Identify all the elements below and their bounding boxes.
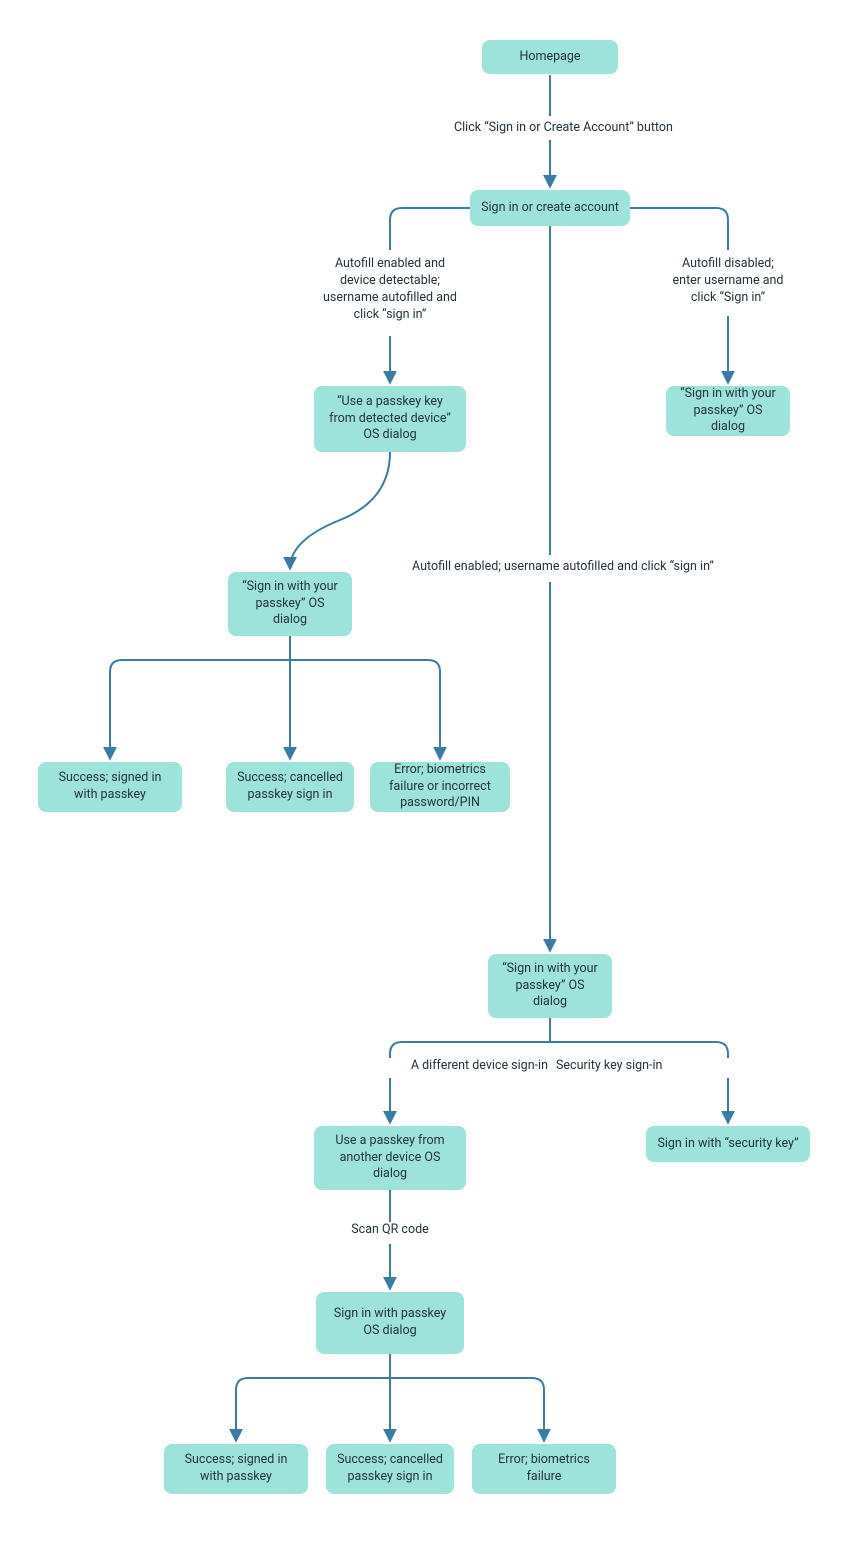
node-label: Success; signed in with passkey [174, 1452, 298, 1486]
edge-text: Click “Sign in or Create Account” button [454, 120, 673, 135]
node-autofill-detected-dialog: “Use a passkey key from detected device”… [314, 386, 466, 452]
edge-text: Security key sign-in [556, 1058, 662, 1073]
node-another-device-dialog: Use a passkey from another device OS dia… [314, 1126, 466, 1190]
edge-text: Autofill enabled; username autofilled an… [412, 559, 714, 574]
node-label: Use a passkey from another device OS dia… [324, 1133, 456, 1184]
node-success-signed-in-2: Success; signed in with passkey [164, 1444, 308, 1494]
node-success-cancelled-2: Success; cancelled passkey sign in [326, 1444, 454, 1494]
edge-different-device: A different device sign-in [390, 1058, 548, 1075]
edge-autofill-disabled: Autofill disabled; enter username and cl… [672, 256, 784, 307]
edge-text: Autofill enabled and device detectable; … [323, 256, 457, 322]
edge-text: Scan QR code [351, 1222, 429, 1237]
node-signin-passkey-dialog-left: “Sign in with your passkey” OS dialog [228, 572, 352, 636]
node-label: Success; signed in with passkey [48, 770, 172, 804]
edge-autofill-enabled: Autofill enabled; username autofilled an… [412, 559, 752, 576]
node-success-signed-in-1: Success; signed in with passkey [38, 762, 182, 812]
edge-security-key-signin: Security key sign-in [556, 1058, 696, 1075]
node-success-cancelled-1: Success; cancelled passkey sign in [226, 762, 354, 812]
edge-scan-qr: Scan QR code [348, 1222, 432, 1239]
node-label: “Sign in with your passkey” OS dialog [498, 961, 602, 1012]
node-label: Success; cancelled passkey sign in [336, 1452, 444, 1486]
node-label: Sign in with passkey OS dialog [326, 1306, 454, 1340]
node-error-biometrics-2: Error; biometrics failure [472, 1444, 616, 1494]
node-label: Sign in or create account [481, 200, 619, 217]
node-signin-passkey-dialog-low: Sign in with passkey OS dialog [316, 1292, 464, 1354]
node-homepage: Homepage [482, 40, 618, 74]
node-signin-passkey-dialog-right: “Sign in with your passkey” OS dialog [666, 386, 790, 436]
node-label: Homepage [519, 49, 580, 66]
node-label: Success; cancelled passkey sign in [236, 770, 344, 804]
node-signin-create: Sign in or create account [470, 190, 630, 226]
node-label: Error; biometrics failure [482, 1452, 606, 1486]
node-label: “Sign in with your passkey” OS dialog [238, 579, 342, 630]
node-signin-passkey-dialog-mid: “Sign in with your passkey” OS dialog [488, 954, 612, 1018]
node-label: Error; biometrics failure or incorrect p… [380, 762, 500, 813]
edge-text: A different device sign-in [411, 1058, 548, 1073]
flowchart-canvas: Homepage Sign in or create account “Use … [0, 0, 860, 1546]
edge-text: Autofill disabled; enter username and cl… [673, 256, 784, 305]
edge-click-signin: Click “Sign in or Create Account” button [454, 120, 734, 137]
node-error-biometrics-pin: Error; biometrics failure or incorrect p… [370, 762, 510, 812]
node-label: Sign in with “security key” [657, 1136, 798, 1153]
node-label: “Sign in with your passkey” OS dialog [676, 386, 780, 437]
edge-autofill-enabled-detectable: Autofill enabled and device detectable; … [322, 256, 458, 324]
node-label: “Use a passkey key from detected device”… [324, 394, 456, 445]
node-security-key: Sign in with “security key” [646, 1126, 810, 1162]
